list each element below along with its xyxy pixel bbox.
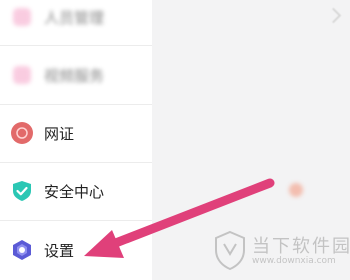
shield-logo-icon [215, 230, 245, 271]
watermark-url: www.downxia.com [252, 256, 336, 266]
watermark-title: 当下软件园 [252, 236, 350, 257]
watermark: 当下软件园 www.downxia.com [214, 230, 350, 276]
